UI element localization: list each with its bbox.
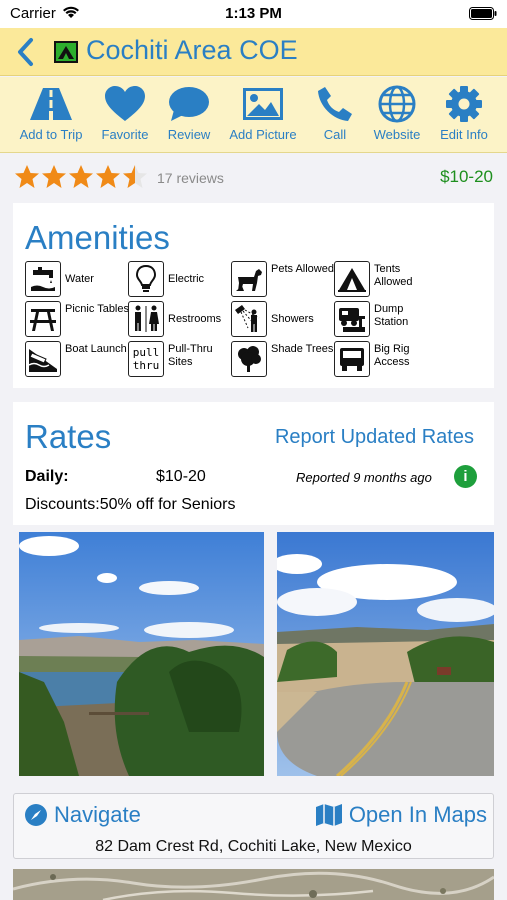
daily-rate-value: $10-20 bbox=[156, 468, 206, 485]
shower-icon bbox=[235, 305, 260, 332]
amenity-label: Dump Station bbox=[374, 303, 409, 328]
pull-thru-line2: thru bbox=[132, 359, 160, 372]
open-in-maps-button[interactable]: Open In Maps bbox=[315, 801, 487, 829]
heart-icon bbox=[105, 86, 145, 121]
review-count[interactable]: 17 reviews bbox=[157, 170, 224, 186]
tent-icon bbox=[54, 41, 78, 63]
amenity-label: Shade Trees bbox=[271, 343, 334, 355]
amenity-label: Boat Launch bbox=[65, 343, 127, 355]
star-icon bbox=[42, 165, 66, 188]
amenity-restrooms: Restrooms bbox=[128, 301, 233, 337]
amenity-label: Pull-Thru Sites bbox=[168, 343, 213, 368]
tent-icon bbox=[338, 268, 366, 292]
page-title: Cochiti Area COE bbox=[86, 35, 298, 65]
price-label: $10-20 bbox=[440, 167, 493, 186]
speech-bubble-icon bbox=[169, 87, 209, 121]
amenity-label: Pets Allowed bbox=[271, 263, 334, 275]
amenity-boat-launch: Boat Launch bbox=[25, 341, 130, 377]
road-photo-image bbox=[277, 532, 494, 776]
lake-photo-image bbox=[19, 532, 264, 776]
star-icon bbox=[96, 165, 120, 188]
edit-info-button[interactable]: Edit Info bbox=[422, 85, 506, 142]
image-icon bbox=[243, 88, 283, 120]
big-rig-icon bbox=[340, 348, 364, 371]
compass-icon bbox=[25, 804, 47, 826]
amenity-tents: Tents Allowed bbox=[334, 261, 439, 297]
amenity-label: Restrooms bbox=[168, 313, 222, 325]
status-bar: Carrier 1:13 PM bbox=[0, 0, 507, 28]
boat-launch-icon bbox=[28, 349, 57, 372]
amenity-pets: Pets Allowed bbox=[231, 261, 336, 297]
navigate-button[interactable]: Navigate bbox=[24, 801, 141, 829]
amenity-label: Showers bbox=[271, 313, 314, 325]
star-icon bbox=[15, 165, 39, 188]
rating-row: 17 reviews $10-20 bbox=[0, 158, 507, 196]
rates-card: Rates Report Updated Rates Daily: $10-20… bbox=[13, 402, 494, 525]
action-toolbar: Add to Trip Favorite Review Add Picture … bbox=[0, 77, 507, 153]
amenity-electric: Electric bbox=[128, 261, 233, 297]
globe-icon bbox=[378, 85, 416, 123]
amenity-dump-station: Dump Station bbox=[334, 301, 439, 337]
amenity-label: Water bbox=[65, 273, 94, 285]
open-in-maps-label: Open In Maps bbox=[348, 802, 487, 827]
rates-heading: Rates bbox=[25, 418, 112, 455]
restroom-icon bbox=[135, 305, 159, 332]
amenity-water: Water bbox=[25, 261, 130, 297]
lightbulb-icon bbox=[135, 264, 157, 292]
info-icon[interactable]: i bbox=[454, 465, 477, 488]
amenities-heading: Amenities bbox=[25, 219, 170, 256]
battery-icon bbox=[469, 7, 497, 20]
clock: 1:13 PM bbox=[225, 5, 282, 22]
road-icon bbox=[30, 88, 72, 120]
directions-card: Navigate Open In Maps 82 Dam Crest Rd, C… bbox=[13, 793, 494, 859]
star-rating[interactable] bbox=[14, 164, 149, 189]
pets-icon bbox=[236, 269, 262, 291]
report-updated-rates-link[interactable]: Report Updated Rates bbox=[275, 426, 474, 449]
pull-thru-icon: pull thru bbox=[128, 341, 164, 377]
satellite-map-image bbox=[13, 869, 494, 900]
amenity-picnic: Picnic Tables bbox=[25, 301, 130, 337]
phone-icon bbox=[318, 87, 352, 121]
picnic-table-icon bbox=[30, 309, 56, 331]
add-to-trip-button[interactable]: Add to Trip bbox=[9, 85, 93, 142]
gear-icon bbox=[446, 86, 482, 122]
map-preview[interactable] bbox=[13, 869, 494, 900]
edit-info-label: Edit Info bbox=[440, 127, 488, 142]
amenity-shade-trees: Shade Trees bbox=[231, 341, 336, 377]
star-icon bbox=[69, 165, 93, 188]
back-chevron-icon[interactable] bbox=[14, 36, 38, 68]
add-to-trip-label: Add to Trip bbox=[19, 127, 83, 142]
water-faucet-icon bbox=[31, 267, 55, 291]
amenity-pull-thru: pull thru Pull-Thru Sites bbox=[128, 341, 233, 377]
amenities-card: Amenities Water Electric Pets Allowed Te… bbox=[13, 203, 494, 388]
dump-station-icon bbox=[339, 308, 365, 332]
amenity-label: Picnic Tables bbox=[65, 303, 129, 315]
amenity-big-rig: Big Rig Access bbox=[334, 341, 439, 377]
tree-icon bbox=[238, 346, 261, 372]
discounts-text: Discounts:50% off for Seniors bbox=[25, 496, 236, 513]
amenity-label: Tents Allowed bbox=[374, 263, 413, 288]
map-icon bbox=[315, 804, 342, 826]
reported-date: Reported 9 months ago bbox=[296, 470, 432, 485]
amenity-showers: Showers bbox=[231, 301, 336, 337]
half-star-icon bbox=[123, 165, 147, 188]
header-bar: Cochiti Area COE bbox=[0, 28, 507, 76]
daily-rate-label: Daily: bbox=[25, 468, 69, 485]
review-button[interactable]: Review bbox=[147, 85, 231, 142]
amenity-label: Electric bbox=[168, 273, 205, 285]
amenity-label: Big Rig Access bbox=[374, 343, 410, 368]
address-text: 82 Dam Crest Rd, Cochiti Lake, New Mexic… bbox=[95, 838, 412, 855]
pull-thru-line1: pull bbox=[132, 346, 160, 359]
campground-photo-road[interactable] bbox=[277, 532, 494, 776]
campground-photo-lake[interactable] bbox=[19, 532, 264, 776]
review-label: Review bbox=[167, 127, 211, 142]
amenities-grid: Water Electric Pets Allowed Tents Allowe… bbox=[25, 261, 485, 381]
navigate-label: Navigate bbox=[54, 802, 141, 827]
